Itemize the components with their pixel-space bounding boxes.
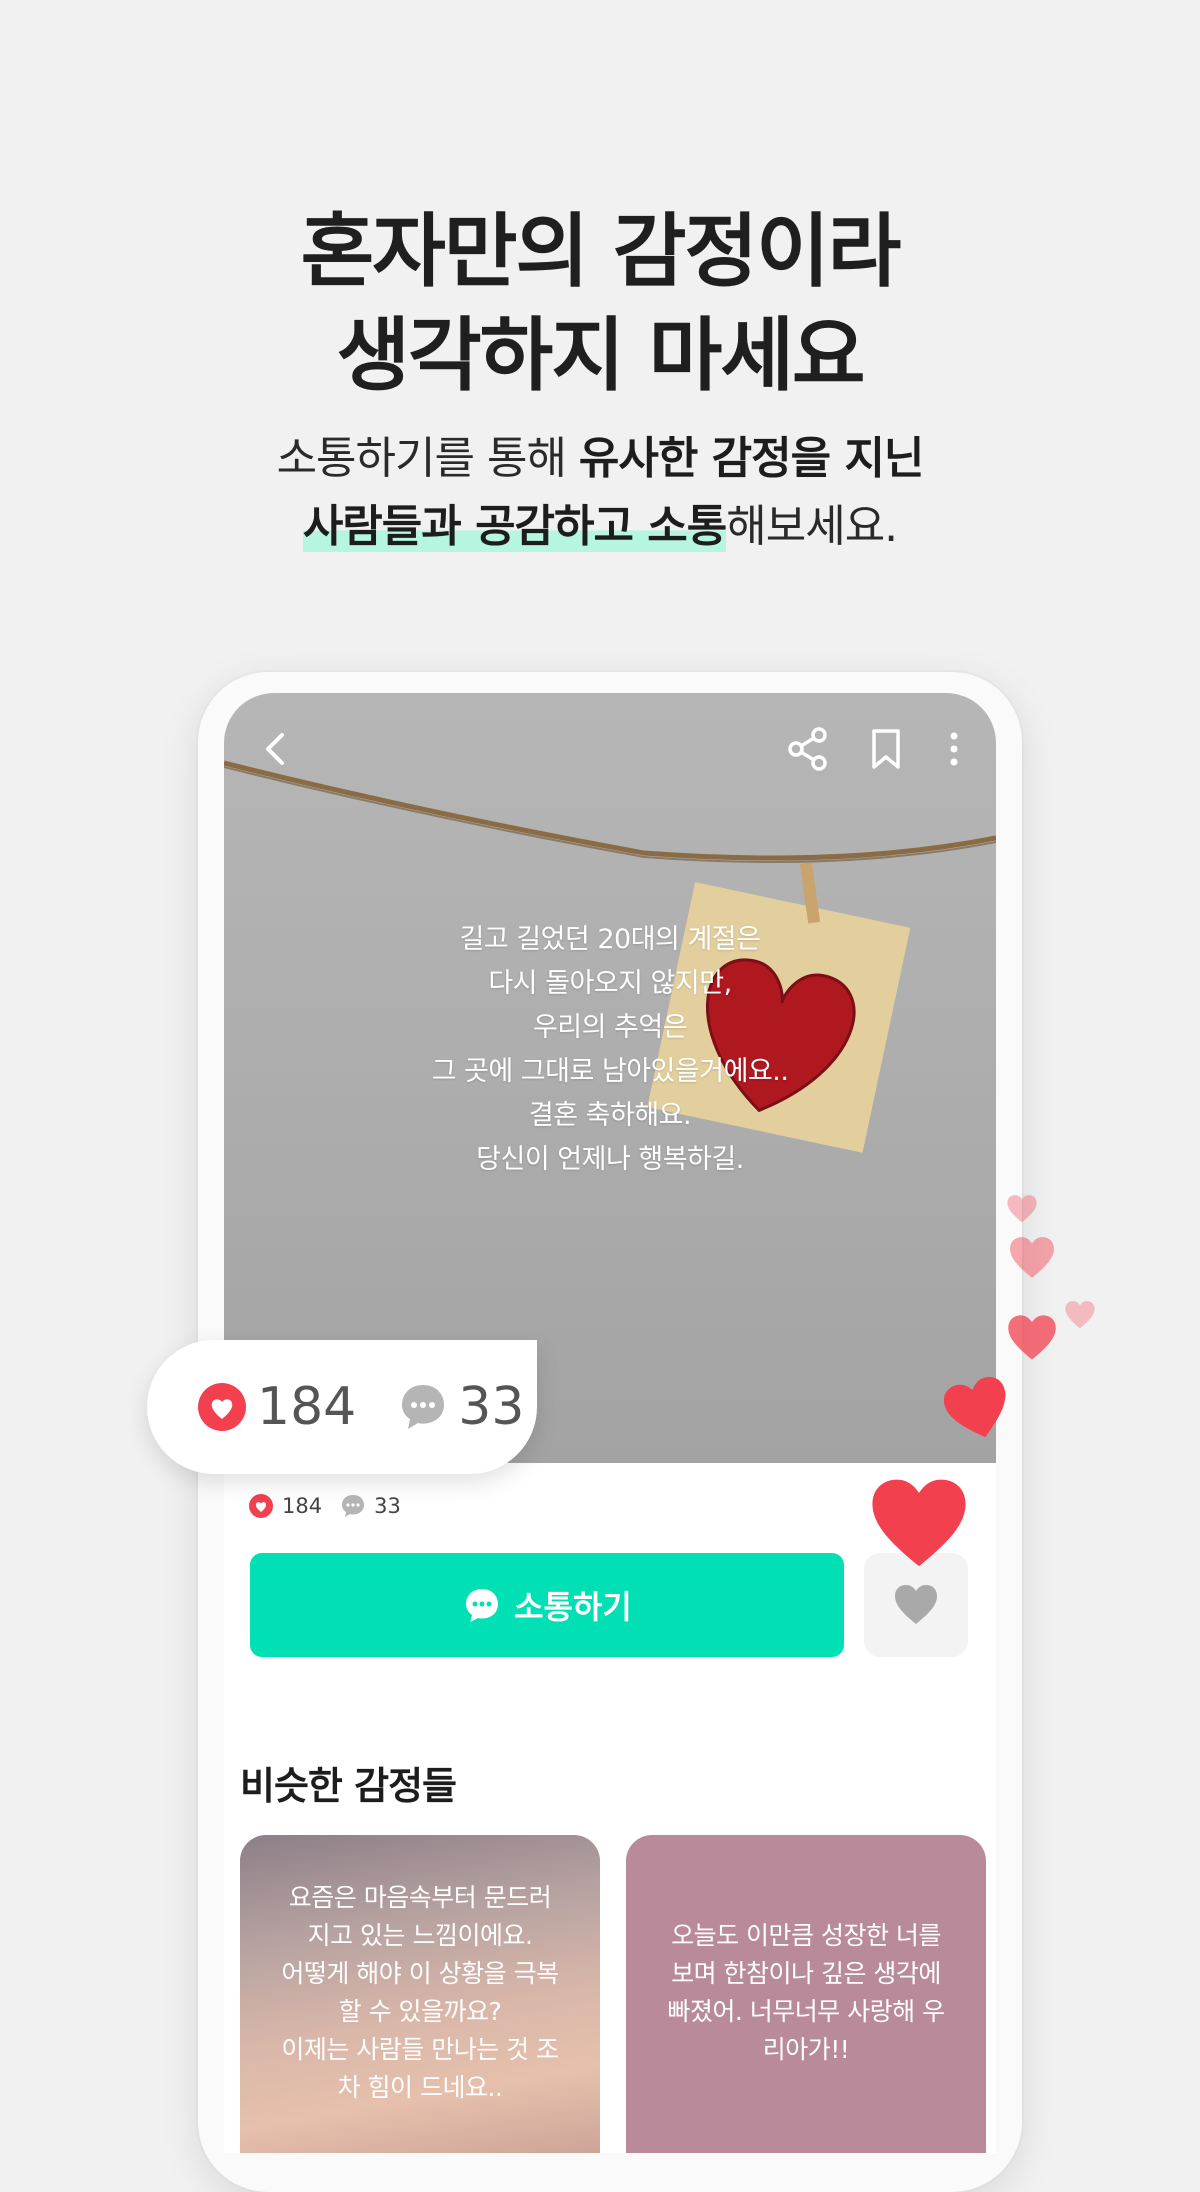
similar-card-text: 오늘도 이만큼 성장한 너를 보며 한참이나 깊은 생각에 빠졌어. 너무너무 …	[626, 1917, 986, 2069]
card-text-line: 요즘은 마음속부터 문드러	[288, 1883, 552, 1912]
heart-icon	[1010, 1237, 1054, 1278]
heart-icon	[1007, 1195, 1037, 1223]
bubble-comments-count: 33	[458, 1377, 525, 1437]
comment-icon	[402, 1385, 445, 1429]
card-text-line: 차 힘이 드네요..	[337, 2073, 503, 2102]
subheadline-normal-1: 소통하기를 통해	[276, 433, 579, 484]
card-text-line: 오늘도 이만큼 성장한 너를	[671, 1921, 941, 1950]
chat-icon	[466, 1589, 499, 1622]
card-text-line: 리아가!!	[762, 2035, 850, 2064]
post-message-line: 다시 돌아오지 않지만,	[488, 968, 732, 999]
bookmark-icon[interactable]	[862, 725, 910, 773]
heart-icon	[895, 1585, 937, 1624]
post-message-line: 그 곳에 그대로 남아있을거에요..	[431, 1056, 789, 1087]
post-stats: 184 33	[248, 1491, 401, 1521]
bubble-likes-count: 184	[257, 1377, 357, 1437]
subheadline-normal-2: 해보세요.	[726, 501, 898, 552]
similar-card[interactable]: 오늘도 이만큼 성장한 너를 보며 한참이나 깊은 생각에 빠졌어. 너무너무 …	[626, 1835, 986, 2153]
similar-card[interactable]: 요즘은 마음속부터 문드러 지고 있는 느낌이에요. 어떻게 해야 이 상황을 …	[240, 1835, 600, 2153]
post-message-line: 당신이 언제나 행복하길.	[476, 1144, 744, 1175]
heart-icon	[198, 1383, 246, 1431]
card-text-line: 빠졌어. 너무너무 사랑해 우	[667, 1997, 945, 2026]
heart-icon	[1008, 1315, 1056, 1360]
post-message-line: 결혼 축하해요.	[528, 1100, 692, 1131]
card-text-line: 이제는 사람들 만나는 것 조	[281, 2035, 559, 2064]
heart-icon	[249, 1494, 273, 1518]
similar-card-text: 요즘은 마음속부터 문드러 지고 있는 느낌이에요. 어떻게 해야 이 상황을 …	[240, 1879, 600, 2107]
comments-count: 33	[374, 1494, 401, 1518]
more-icon[interactable]	[930, 725, 978, 773]
similar-emotions-title: 비슷한 감정들	[240, 1764, 457, 1808]
heart-icon	[872, 1479, 966, 1567]
card-text-line: 할 수 있을까요?	[338, 1997, 502, 2026]
card-text-line: 지고 있는 느낌이에요.	[307, 1921, 533, 1950]
post-message: 길고 길었던 20대의 계절은 다시 돌아오지 않지만, 우리의 추억은 그 곳…	[224, 918, 996, 1182]
share-icon[interactable]	[784, 725, 832, 773]
heart-icon	[1065, 1301, 1095, 1329]
headline: 혼자만의 감정이라 생각하지 마세요	[0, 200, 1200, 408]
subheadline-bold-1: 유사한 감정을 지닌	[578, 433, 924, 484]
talk-button-label: 소통하기	[514, 1588, 632, 1626]
headline-line-1: 혼자만의 감정이라	[300, 205, 902, 298]
headline-line-2: 생각하지 마세요	[336, 309, 865, 402]
talk-button[interactable]: 소통하기	[250, 1553, 844, 1657]
card-text-line: 보며 한참이나 깊은 생각에	[671, 1959, 941, 1988]
back-icon[interactable]	[252, 725, 300, 773]
post-message-line: 우리의 추억은	[532, 1012, 688, 1043]
comment-icon	[342, 1495, 365, 1517]
stats-bubble: 184 33	[147, 1340, 537, 1474]
subheadline-highlight: 사람들과 공감하고 소통	[302, 501, 727, 552]
subheadline: 소통하기를 통해 유사한 감정을 지닌 사람들과 공감하고 소통해보세요.	[0, 425, 1200, 561]
likes-count: 184	[282, 1494, 323, 1518]
post-message-line: 길고 길었던 20대의 계절은	[459, 924, 761, 955]
card-text-line: 어떻게 해야 이 상황을 극복	[281, 1959, 559, 1988]
